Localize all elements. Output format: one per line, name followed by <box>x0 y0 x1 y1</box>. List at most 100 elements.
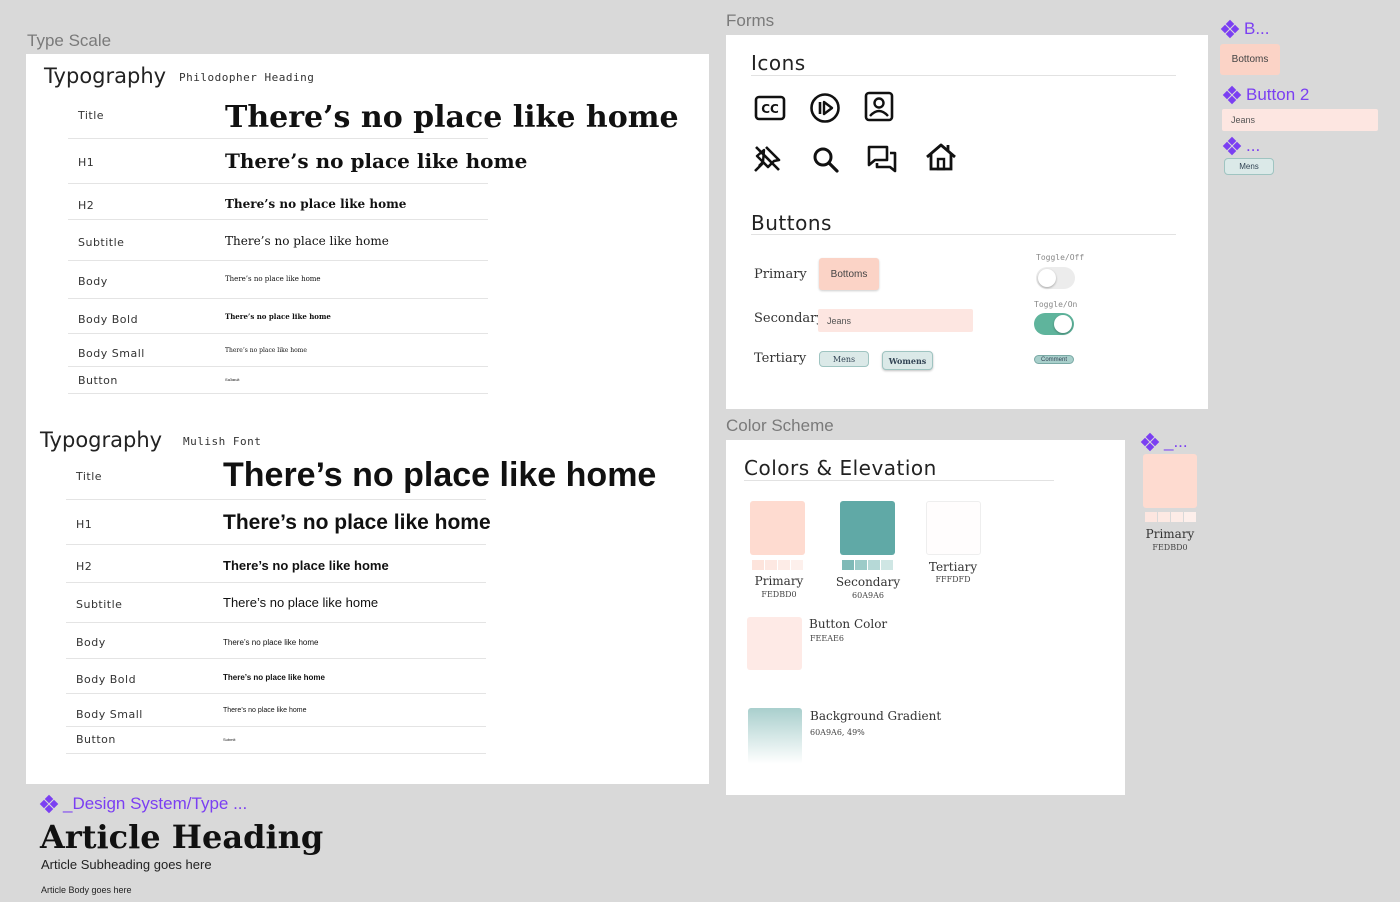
icons-title: Icons <box>751 51 806 75</box>
play-circle-icon[interactable] <box>808 91 842 125</box>
article-body: Article Body goes here <box>41 885 132 895</box>
type-row-h2: H2 There’s no place like home <box>68 184 488 220</box>
row-label: H2 <box>78 199 95 212</box>
component-label-b[interactable]: B... <box>1220 19 1270 39</box>
button-color-swatch <box>747 617 802 670</box>
row-sample: There’s no place like home <box>223 456 657 494</box>
toggle-on[interactable] <box>1034 313 1074 335</box>
primary-swatch <box>750 501 805 555</box>
typography-heading-1: Typography <box>44 64 167 88</box>
type-scale-panel: Typography Philodopher Heading Title The… <box>26 54 709 784</box>
frame-label-color-scheme: Color Scheme <box>726 416 834 435</box>
button-color-hex: FEEAE6 <box>810 634 844 643</box>
row-label: Button <box>78 374 118 387</box>
row-label: H1 <box>76 518 93 531</box>
row-sample: There’s no place like home <box>225 149 528 173</box>
user-portrait-icon[interactable] <box>862 90 896 124</box>
secondary-button[interactable]: Jeans <box>818 309 973 332</box>
article-subheading: Article Subheading goes here <box>41 857 212 872</box>
typography-font-2: Mulish Font <box>183 435 262 448</box>
type-row-subtitle: Subtitle There’s no place like home <box>68 220 488 261</box>
component-label-4[interactable]: _... <box>1140 432 1188 452</box>
type-row-body-small: Body Small There’s no place like home <box>68 334 488 367</box>
background-gradient-hex: 60A9A6, 49% <box>810 728 865 737</box>
article-heading: Article Heading <box>40 818 324 856</box>
row-sample: There’s no place like home <box>223 673 325 682</box>
tertiary-button-mens[interactable]: Mens <box>819 351 869 367</box>
toggle-knob <box>1054 315 1072 333</box>
svg-text:CC: CC <box>761 102 779 116</box>
no-pin-icon[interactable] <box>751 141 785 175</box>
type-row-h2: H2 There’s no place like home <box>66 545 486 583</box>
type-row-h1: H1 There’s no place like home <box>66 500 491 545</box>
tertiary-swatch <box>926 501 981 555</box>
primary-hex: FEDBD0 <box>761 590 797 599</box>
row-label: Subtitle <box>78 236 125 249</box>
forms-panel: Icons CC Buttons Primary Bottoms Seconda… <box>726 35 1208 409</box>
buttons-title: Buttons <box>751 211 832 235</box>
component-primary-hex: FEDBD0 <box>1152 543 1188 552</box>
search-icon[interactable] <box>809 143 843 177</box>
row-label: H2 <box>76 560 93 573</box>
primary-label: Primary <box>754 267 807 282</box>
row-label: Body Small <box>78 347 145 360</box>
row-label: H1 <box>78 156 95 169</box>
secondary-hex: 60A9A6 <box>852 591 884 600</box>
button-color-name: Button Color <box>809 617 888 631</box>
home-icon[interactable] <box>924 140 958 174</box>
comment-chip[interactable]: Comment <box>1034 355 1074 364</box>
component-label-text: B... <box>1244 19 1270 38</box>
type-row-h1: H1 There’s no place like home <box>68 139 527 184</box>
component-mens-button[interactable]: Mens <box>1224 158 1274 175</box>
toggle-on-label: Toggle/On <box>1034 300 1078 309</box>
component-label-text: Button 2 <box>1246 85 1310 104</box>
toggle-off[interactable] <box>1036 267 1075 289</box>
type-row-body-small: Body Small There’s no place like home <box>66 694 486 727</box>
component-jeans-button[interactable]: Jeans <box>1222 109 1378 131</box>
shade-chip <box>1184 512 1196 522</box>
frame-label-forms: Forms <box>726 11 775 30</box>
shade-chip <box>765 560 777 570</box>
row-sample: There’s no place like home <box>223 638 319 647</box>
shade-chip <box>1158 512 1170 522</box>
article-component-label[interactable]: _Design System/Type ... <box>39 794 247 814</box>
component-icon <box>1222 85 1242 105</box>
row-sample: There’s no place like home <box>223 707 307 714</box>
chat-bubbles-icon[interactable] <box>865 142 899 176</box>
row-sample: There’s no place like home <box>225 234 389 248</box>
component-icon <box>1220 19 1240 39</box>
type-row-title: Title There’s no place like home <box>68 92 679 139</box>
row-sample: Submit <box>225 377 240 382</box>
row-label: Button <box>76 733 116 746</box>
primary-button[interactable]: Bottoms <box>819 258 879 290</box>
row-label: Body Small <box>76 708 143 721</box>
row-sample: Submit <box>223 737 236 742</box>
colors-divider <box>744 480 1054 481</box>
component-bottoms-button[interactable]: Bottoms <box>1220 44 1280 75</box>
row-label: Body <box>78 275 108 288</box>
tertiary-button-womens[interactable]: Womens <box>882 351 933 370</box>
row-sample: There’s no place like home <box>223 595 379 610</box>
buttons-divider <box>751 234 1176 235</box>
row-sample: There’s no place like home <box>225 312 331 321</box>
secondary-name: Secondary <box>835 575 901 589</box>
type-row-subtitle: Subtitle There’s no place like home <box>66 583 486 623</box>
frame-label-type-scale: Type Scale <box>27 31 112 50</box>
colors-title: Colors & Elevation <box>744 456 937 480</box>
type-row-body: Body There’s no place like home <box>68 261 488 299</box>
shade-chip <box>1171 512 1183 522</box>
component-label-button-2[interactable]: Button 2 <box>1222 85 1310 105</box>
color-scheme-panel: Colors & Elevation Primary FEDBD0 Second… <box>726 440 1125 795</box>
component-label-text: ... <box>1246 136 1261 155</box>
type-row-body-bold: Body Bold There’s no place like home <box>66 659 486 694</box>
closed-captions-icon[interactable]: CC <box>753 91 787 125</box>
component-label-3[interactable]: ... <box>1222 136 1261 156</box>
secondary-label: Secondary <box>754 311 824 326</box>
shade-chip <box>868 560 880 570</box>
shade-chip <box>791 560 803 570</box>
tertiary-hex: FFFDFD <box>935 575 971 584</box>
shade-chip <box>778 560 790 570</box>
shade-chip <box>752 560 764 570</box>
typography-font-1: Philodopher Heading <box>179 71 315 84</box>
background-gradient-swatch <box>748 708 802 764</box>
